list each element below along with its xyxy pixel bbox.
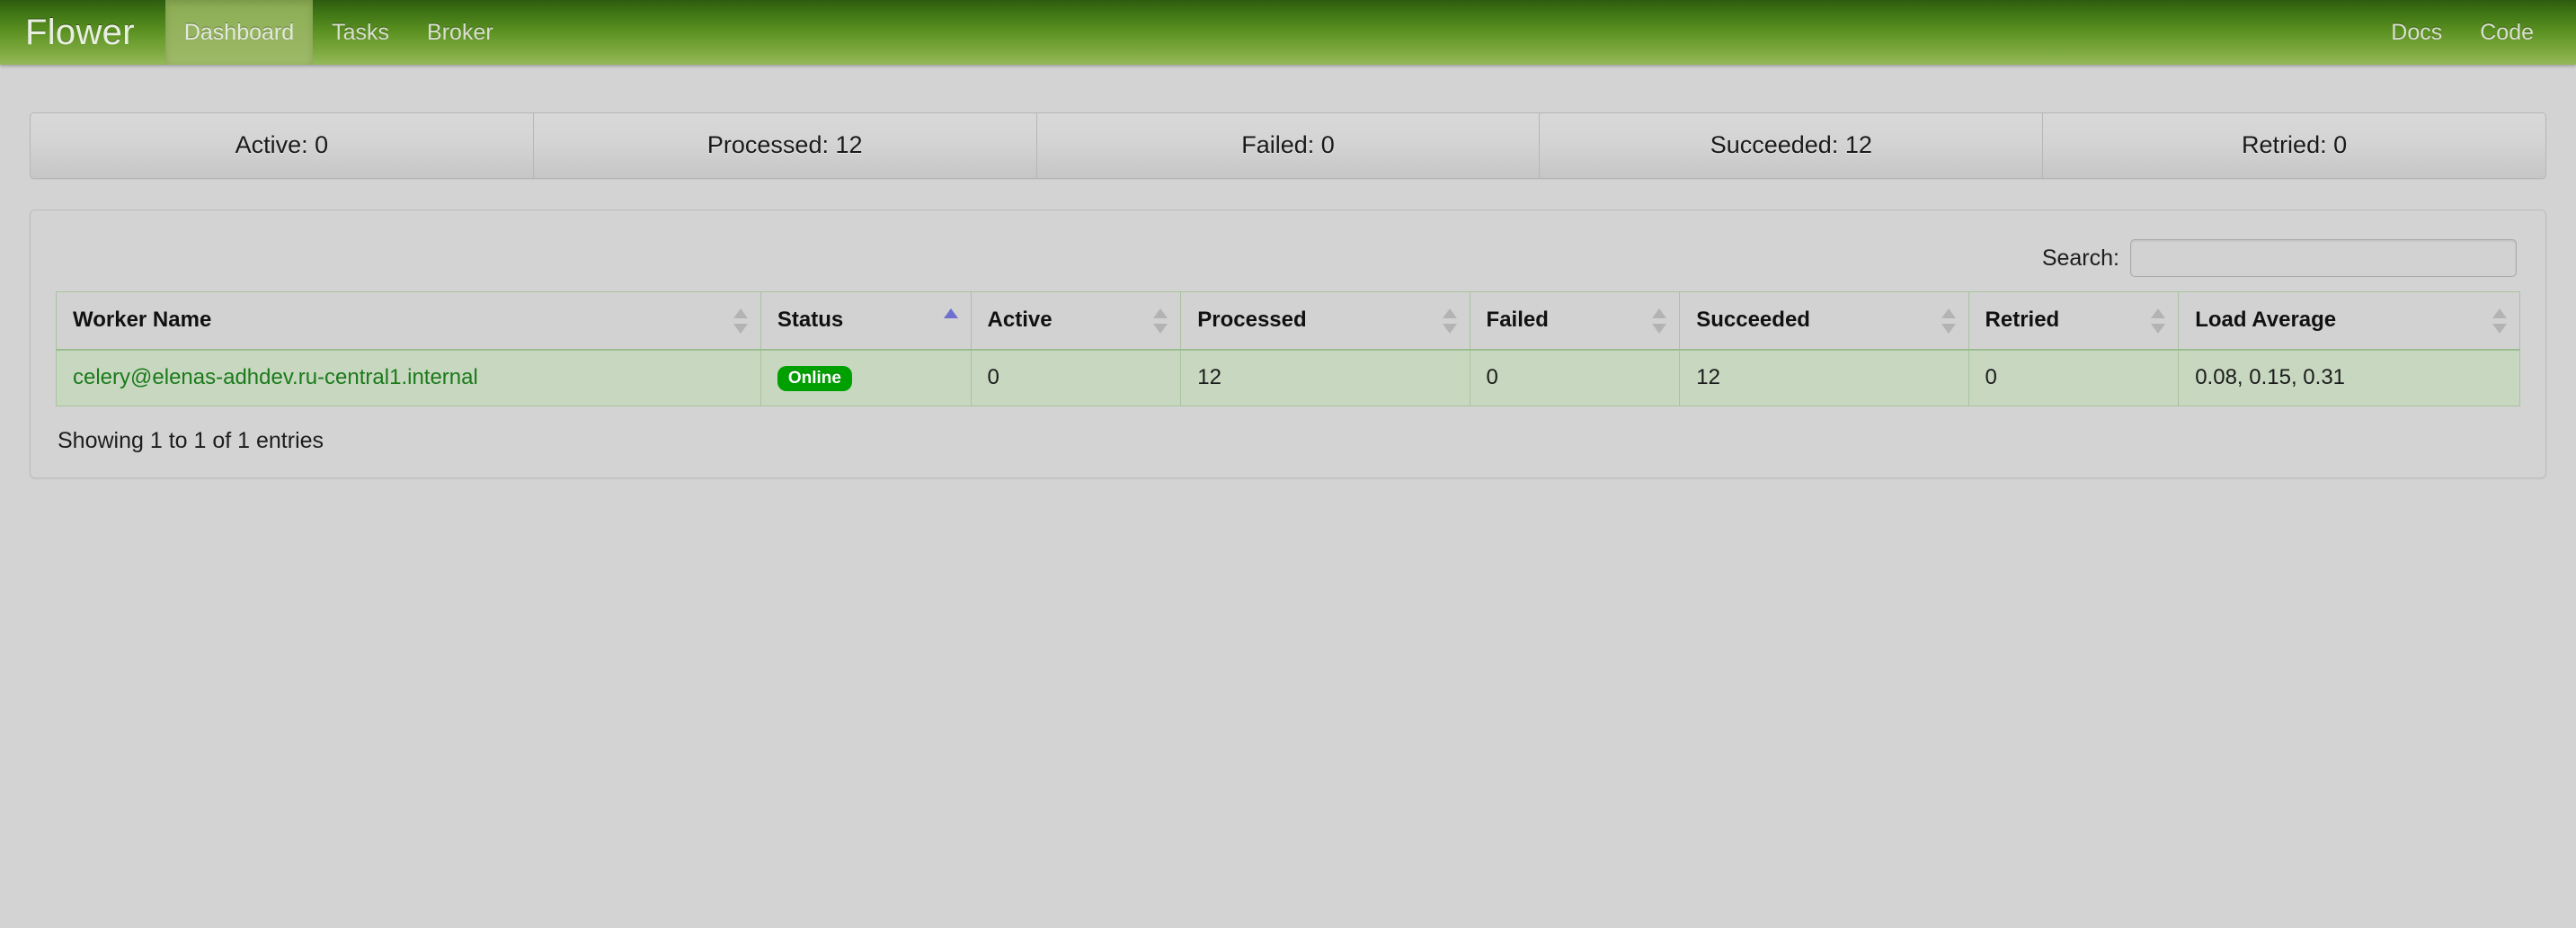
workers-table-head: Worker Name Status Active Processed Fail… xyxy=(56,291,2520,351)
column-label: Retried xyxy=(1985,308,2060,332)
column-header-active[interactable]: Active xyxy=(970,291,1182,351)
sort-arrows-icon xyxy=(733,308,748,334)
column-header-worker-name[interactable]: Worker Name xyxy=(56,291,761,351)
sort-arrows-icon xyxy=(1941,308,1956,334)
cell-failed: 0 xyxy=(1469,349,1681,406)
column-header-load-average[interactable]: Load Average xyxy=(2178,291,2520,351)
stat-box-active[interactable]: Active: 0 xyxy=(31,113,534,178)
status-badge: Online xyxy=(777,366,852,391)
primary-nav: Dashboard Tasks Broker xyxy=(164,0,512,65)
nav-link-code[interactable]: Code xyxy=(2461,0,2553,65)
cell-processed: 12 xyxy=(1180,349,1470,406)
sort-arrows-icon xyxy=(1442,308,1457,334)
cell-load-average: 0.08, 0.15, 0.31 xyxy=(2178,349,2520,406)
column-header-processed[interactable]: Processed xyxy=(1180,291,1470,351)
sort-arrows-icon xyxy=(1153,308,1168,334)
column-header-retried[interactable]: Retried xyxy=(1968,291,2180,351)
stat-box-failed[interactable]: Failed: 0 xyxy=(1036,113,1541,178)
table-entries-info: Showing 1 to 1 of 1 entries xyxy=(58,428,324,453)
nav-link-docs[interactable]: Docs xyxy=(2372,0,2461,65)
column-header-status[interactable]: Status xyxy=(759,291,972,351)
workers-panel: Search: Worker Name Status Active Proces… xyxy=(30,210,2546,478)
nav-link-broker[interactable]: Broker xyxy=(408,0,512,65)
cell-status: Online xyxy=(759,349,972,406)
nav-link-dashboard[interactable]: Dashboard xyxy=(164,0,314,65)
stats-summary-bar: Active: 0 Processed: 12 Failed: 0 Succee… xyxy=(30,112,2546,179)
workers-table-body: celery@elenas-adhdev.ru-central1.interna… xyxy=(56,349,2520,406)
table-row[interactable]: celery@elenas-adhdev.ru-central1.interna… xyxy=(56,349,2520,406)
stat-box-processed[interactable]: Processed: 12 xyxy=(533,113,1037,178)
sort-arrows-icon xyxy=(2151,308,2166,334)
nav-link-tasks[interactable]: Tasks xyxy=(313,0,408,65)
secondary-nav: Docs Code xyxy=(2372,0,2576,65)
top-navbar: Flower Dashboard Tasks Broker Docs Code xyxy=(0,0,2576,65)
sort-arrows-icon xyxy=(1652,308,1667,334)
column-label: Status xyxy=(777,308,844,332)
search-row: Search: xyxy=(56,227,2520,291)
brand-logo[interactable]: Flower xyxy=(0,0,165,65)
workers-table: Worker Name Status Active Processed Fail… xyxy=(56,291,2520,406)
sort-ascending-icon xyxy=(943,308,958,334)
cell-worker-name: celery@elenas-adhdev.ru-central1.interna… xyxy=(56,349,761,406)
cell-succeeded: 12 xyxy=(1679,349,1969,406)
stat-box-retried[interactable]: Retried: 0 xyxy=(2043,113,2545,178)
column-label: Worker Name xyxy=(73,308,212,332)
search-input[interactable] xyxy=(2130,239,2517,277)
cell-retried: 0 xyxy=(1968,349,2180,406)
search-label: Search: xyxy=(2041,245,2119,271)
column-header-failed[interactable]: Failed xyxy=(1469,291,1681,351)
column-label: Active xyxy=(987,308,1053,332)
cell-active: 0 xyxy=(970,349,1182,406)
column-label: Load Average xyxy=(2195,308,2337,332)
table-header-row: Worker Name Status Active Processed Fail… xyxy=(56,291,2520,351)
sort-arrows-icon xyxy=(2492,308,2507,334)
column-label: Failed xyxy=(1486,308,1549,332)
column-label: Processed xyxy=(1197,308,1307,332)
worker-name-link[interactable]: celery@elenas-adhdev.ru-central1.interna… xyxy=(73,365,478,389)
stat-box-succeeded[interactable]: Succeeded: 12 xyxy=(1540,113,2044,178)
column-label: Succeeded xyxy=(1696,308,1810,332)
column-header-succeeded[interactable]: Succeeded xyxy=(1679,291,1969,351)
